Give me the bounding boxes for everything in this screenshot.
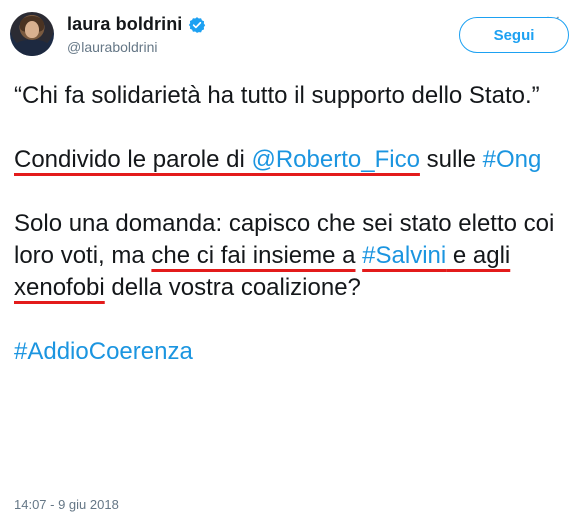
tweet-text-fragment: sulle [419,146,483,173]
verified-badge-icon [189,16,206,33]
mention-link[interactable]: @Roberto_Fico [251,146,419,173]
name-row: laura boldrini [67,14,206,35]
avatar[interactable] [10,12,54,56]
tweet-text-fragment: della vostra coalizione? [104,274,361,301]
timestamp[interactable]: 14:07 - 9 giu 2018 [14,497,119,512]
display-name[interactable]: laura boldrini [67,14,182,35]
hashtag-link[interactable]: #Salvini [362,242,446,269]
tweet-paragraph-quote: “Chi fa solidarietà ha tutto il supporto… [14,82,540,109]
avatar-body [14,40,50,56]
hashtag-link[interactable]: #AddioCoerenza [14,338,193,365]
annotated-text: che ci fai insieme a [151,242,356,269]
tweet-paragraph-hashtag: #AddioCoerenza [14,336,574,368]
tweet-paragraph-question: Solo una domanda: capisco che sei stato … [14,208,574,304]
annotated-text: Condivido le parole di [14,146,252,173]
user-handle[interactable]: @lauraboldrini [67,39,157,55]
avatar-face [25,21,39,38]
tweet-paragraph-share: Condivido le parole di @Roberto_Fico sul… [14,144,574,176]
hashtag-link[interactable]: #Ong [483,146,542,173]
follow-button[interactable]: Segui [459,17,569,53]
tweet-text: “Chi fa solidarietà ha tutto il supporto… [14,80,574,368]
